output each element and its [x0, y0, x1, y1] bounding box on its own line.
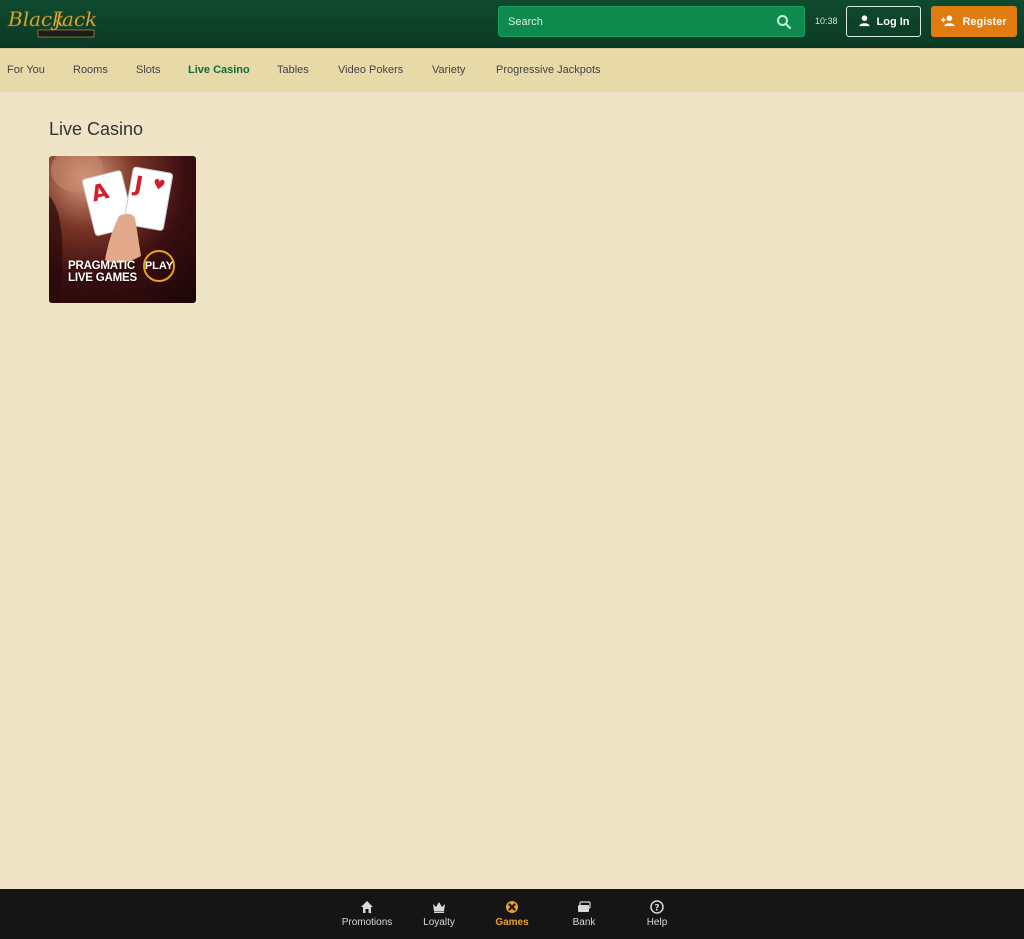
svg-text:?: ?: [654, 904, 659, 914]
bottom-nav-promotions[interactable]: Promotions: [332, 889, 402, 939]
category-video-pokers[interactable]: Video Pokers: [338, 64, 403, 76]
category-live-casino[interactable]: Live Casino: [188, 64, 250, 76]
bottom-nav-label: Promotions: [341, 917, 393, 928]
bottom-nav: Promotions Loyalty Games Bank ? Help: [0, 889, 1024, 939]
bottom-nav-bank[interactable]: Bank: [549, 889, 619, 939]
games-icon: [506, 901, 518, 913]
user-icon: [858, 14, 871, 30]
bottom-nav-label: Bank: [572, 917, 596, 928]
login-label: Log In: [876, 15, 910, 28]
game-tile-pragmatic-live[interactable]: A J ♥ PRAGMATIC LIVE GAMES PLAY: [49, 156, 196, 303]
svg-text:Jack: Jack: [50, 7, 97, 31]
bottom-nav-label: Help: [646, 917, 668, 928]
bottom-nav-games[interactable]: Games: [477, 889, 547, 939]
category-variety[interactable]: Variety: [432, 64, 465, 76]
add-user-icon: [941, 14, 956, 30]
search-icon[interactable]: [776, 14, 792, 30]
home-icon: [361, 901, 373, 913]
search-input[interactable]: [508, 15, 768, 28]
category-for-you[interactable]: For You: [7, 64, 45, 76]
crown-icon: [433, 902, 445, 913]
help-icon: ?: [650, 900, 664, 914]
bottom-nav-help[interactable]: ? Help: [622, 889, 692, 939]
category-progressive-jackpots[interactable]: Progressive Jackpots: [496, 64, 601, 76]
play-badge: PLAY: [143, 250, 175, 282]
clock-time: 10:38: [815, 16, 838, 26]
bank-icon: [578, 901, 591, 912]
category-tables[interactable]: Tables: [277, 64, 309, 76]
bottom-nav-loyalty[interactable]: Loyalty: [404, 889, 474, 939]
register-label: Register: [962, 15, 1007, 28]
register-button[interactable]: Register: [931, 6, 1017, 37]
bottom-nav-label: Games: [495, 917, 529, 928]
top-header: Black Jack 10:38 Log In: [0, 0, 1024, 48]
casino-logo[interactable]: Black Jack: [6, 2, 98, 44]
bottom-nav-label: Loyalty: [423, 917, 455, 928]
login-button[interactable]: Log In: [846, 6, 921, 37]
search-bar[interactable]: [498, 6, 805, 37]
page-title: Live Casino: [49, 119, 144, 139]
category-slots[interactable]: Slots: [136, 64, 160, 76]
category-rooms[interactable]: Rooms: [73, 64, 108, 76]
category-nav: For You Rooms Slots Live Casino Tables V…: [0, 48, 1024, 92]
game-provider-text: PRAGMATIC LIVE GAMES: [68, 260, 137, 284]
